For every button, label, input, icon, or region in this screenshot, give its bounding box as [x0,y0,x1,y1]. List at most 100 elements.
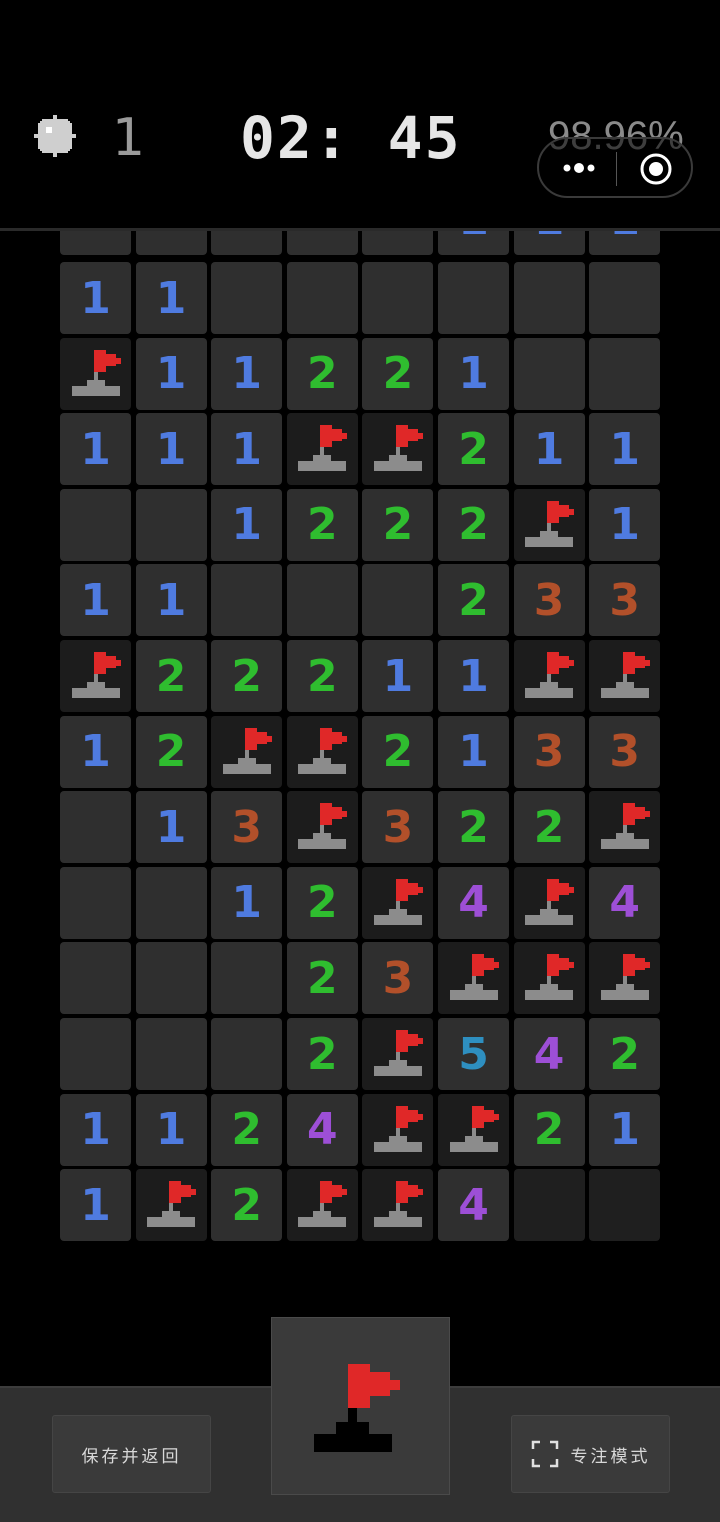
flagged-cell[interactable] [362,413,434,486]
number-cell[interactable]: 4 [438,866,509,939]
number-cell[interactable]: 4 [589,866,661,939]
number-cell[interactable]: 1 [589,1093,661,1166]
number-cell[interactable]: 1 [60,1093,131,1166]
number-cell[interactable]: 4 [513,1018,585,1090]
hidden-cell[interactable] [589,1169,661,1242]
empty-cell[interactable] [438,262,509,334]
flagged-cell[interactable] [362,1018,434,1090]
number-cell[interactable]: 3 [362,791,434,864]
number-cell[interactable]: 2 [286,337,358,410]
number-cell[interactable]: 2 [589,1018,661,1090]
empty-cell[interactable] [211,564,283,637]
number-cell[interactable]: 3 [589,715,661,788]
number-cell[interactable]: 2 [286,488,358,561]
empty-cell[interactable] [135,866,207,939]
number-cell[interactable]: 2 [135,640,207,712]
number-cell[interactable]: 2 [438,488,509,561]
focus-mode-button[interactable]: 专注模式 [511,1415,670,1493]
flag-mode-toggle[interactable] [271,1317,450,1495]
number-cell[interactable]: 1 [60,715,131,788]
flagged-cell[interactable] [589,791,661,864]
empty-cell[interactable] [60,791,131,864]
number-cell[interactable]: 4 [286,1093,358,1166]
empty-cell[interactable] [135,1018,207,1090]
number-cell[interactable]: 2 [513,791,585,864]
number-cell[interactable]: 1 [211,413,283,486]
number-cell[interactable]: 2 [211,1093,283,1166]
flagged-cell[interactable] [589,942,661,1015]
number-cell[interactable]: 2 [211,640,283,712]
number-cell[interactable]: 1 [60,564,131,637]
number-cell[interactable]: 1 [60,262,131,334]
empty-cell[interactable] [135,488,207,561]
number-cell[interactable]: 1 [135,262,207,334]
flagged-cell[interactable] [362,866,434,939]
flagged-cell[interactable] [135,1169,207,1242]
empty-cell[interactable] [60,866,131,939]
flagged-cell[interactable] [362,1169,434,1242]
empty-cell[interactable] [286,262,358,334]
number-cell[interactable]: 1 [135,337,207,410]
flagged-cell[interactable] [513,488,585,561]
number-cell[interactable]: 1 [60,1169,131,1242]
flagged-cell[interactable] [513,866,585,939]
flagged-cell[interactable] [286,791,358,864]
empty-cell[interactable] [286,564,358,637]
number-cell[interactable]: 4 [438,1169,509,1242]
number-cell[interactable]: 1 [60,413,131,486]
number-cell[interactable]: 1 [438,337,509,410]
empty-cell[interactable] [211,1018,283,1090]
empty-cell[interactable] [513,337,585,410]
number-cell[interactable]: 2 [438,791,509,864]
number-cell[interactable]: 2 [211,1169,283,1242]
number-cell[interactable]: 2 [286,866,358,939]
empty-cell[interactable] [362,564,434,637]
number-cell[interactable]: 1 [211,337,283,410]
flagged-cell[interactable] [286,1169,358,1242]
number-cell[interactable]: 1 [589,488,661,561]
number-cell[interactable]: 1 [589,413,661,486]
number-cell[interactable]: 1 [513,413,585,486]
number-cell[interactable]: 1 [438,640,509,712]
hidden-cell[interactable] [513,1169,585,1242]
empty-cell[interactable] [589,337,661,410]
number-cell[interactable]: 2 [362,337,434,410]
flagged-cell[interactable] [589,640,661,712]
number-cell[interactable]: 3 [513,715,585,788]
number-cell[interactable]: 2 [513,1093,585,1166]
empty-cell[interactable] [60,488,131,561]
empty-cell[interactable] [135,942,207,1015]
number-cell[interactable]: 1 [135,791,207,864]
number-cell[interactable]: 3 [211,791,283,864]
flagged-cell[interactable] [513,942,585,1015]
number-cell[interactable]: 1 [438,715,509,788]
flagged-cell[interactable] [513,640,585,712]
empty-cell[interactable] [211,262,283,334]
number-cell[interactable]: 2 [286,942,358,1015]
empty-cell[interactable] [362,262,434,334]
number-cell[interactable]: 5 [438,1018,509,1090]
number-cell[interactable]: 2 [286,640,358,712]
number-cell[interactable]: 1 [211,488,283,561]
number-cell[interactable]: 1 [135,1093,207,1166]
number-cell[interactable]: 3 [513,564,585,637]
empty-cell[interactable] [589,262,661,334]
flagged-cell[interactable] [286,413,358,486]
empty-cell[interactable] [211,942,283,1015]
target-close-icon[interactable] [639,152,673,186]
number-cell[interactable]: 2 [362,715,434,788]
flagged-cell[interactable] [362,1093,434,1166]
flagged-cell[interactable] [60,337,131,410]
number-cell[interactable]: 1 [135,564,207,637]
number-cell[interactable]: 3 [589,564,661,637]
number-cell[interactable]: 2 [438,413,509,486]
save-and-return-button[interactable]: 保存并返回 [52,1415,211,1493]
more-dots-icon[interactable] [559,156,599,180]
flagged-cell[interactable] [211,715,283,788]
flagged-cell[interactable] [286,715,358,788]
flagged-cell[interactable] [438,1093,509,1166]
flagged-cell[interactable] [60,640,131,712]
number-cell[interactable]: 1 [362,640,434,712]
empty-cell[interactable] [60,942,131,1015]
number-cell[interactable]: 2 [135,715,207,788]
